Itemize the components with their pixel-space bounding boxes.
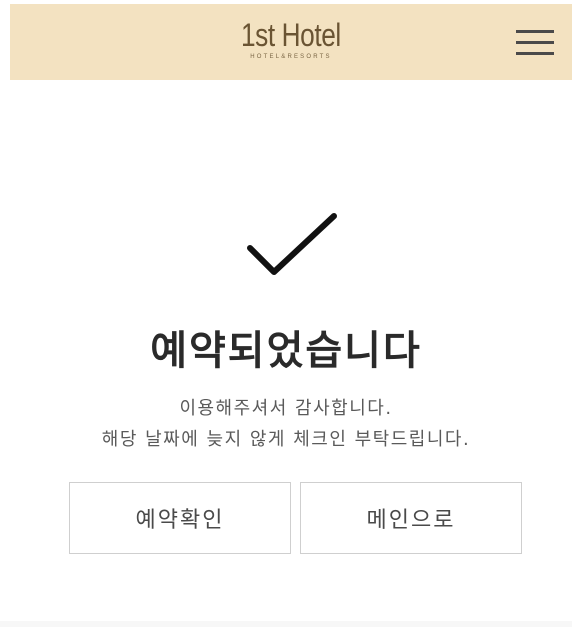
menu-bar-top bbox=[516, 30, 554, 33]
logo-sub-text: HOTEL&RESORTS bbox=[250, 54, 332, 60]
thank-you-message: 이용해주셔서 감사합니다. bbox=[179, 398, 393, 419]
hotel-logo[interactable]: 1st Hotel HOTEL&RESORTS bbox=[10, 18, 572, 60]
checkmark-svg bbox=[247, 213, 337, 275]
hamburger-menu-icon[interactable] bbox=[516, 28, 554, 58]
checkin-reminder-message: 해당 날짜에 늦지 않게 체크인 부탁드립니다. bbox=[101, 429, 471, 450]
go-main-button[interactable]: 메인으로 bbox=[300, 482, 522, 554]
menu-bar-middle bbox=[516, 41, 554, 44]
bottom-divider bbox=[0, 621, 572, 627]
header-bar: 1st Hotel HOTEL&RESORTS bbox=[10, 4, 572, 80]
page-title: 예약되었습니다 bbox=[150, 328, 422, 374]
menu-bar-bottom bbox=[516, 52, 554, 55]
checkmark-icon bbox=[244, 210, 340, 284]
reservation-confirm-button[interactable]: 예약확인 bbox=[69, 482, 291, 554]
reservation-complete-page: 1st Hotel HOTEL&RESORTS 예약되었습니다 이용해주셔서 감… bbox=[0, 0, 572, 627]
logo-main-text: 1st Hotel bbox=[241, 17, 341, 53]
